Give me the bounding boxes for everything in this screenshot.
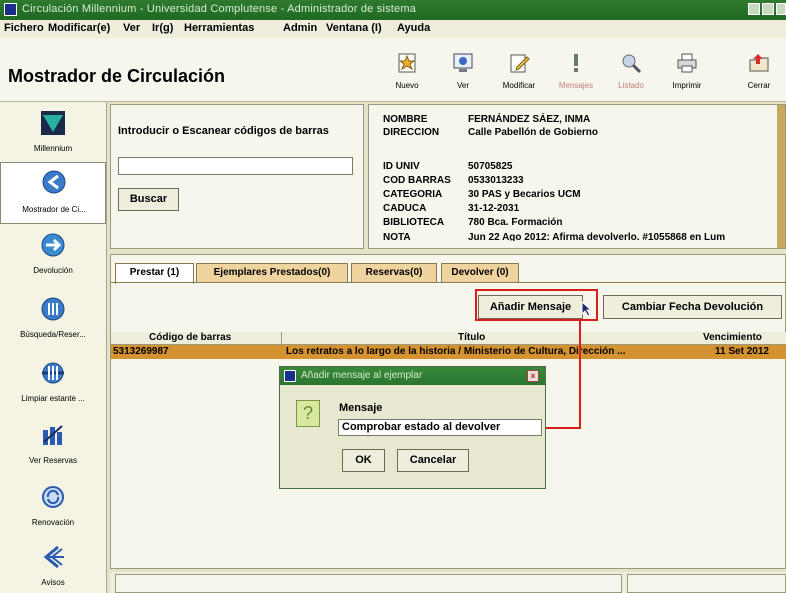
- sidebar-item-circulation-desk[interactable]: Mostrador de Ci...: [0, 162, 106, 224]
- cell-title: Los retratos a lo largo de la historia /…: [286, 346, 626, 357]
- menu-fichero[interactable]: Fichero: [4, 22, 44, 34]
- menu-admin[interactable]: Admin: [283, 22, 317, 34]
- millennium-logo-icon: [41, 111, 65, 135]
- patron-scrollbar[interactable]: [777, 105, 785, 248]
- toolbar-edit-button[interactable]: Modificar: [497, 52, 541, 90]
- toolbar-list-button[interactable]: Listado: [609, 52, 653, 90]
- cancel-button[interactable]: Cancelar: [397, 449, 469, 472]
- edit-icon: [510, 54, 530, 73]
- patron-info-panel: NOMBRE FERNÁNDEZ SÁEZ, INMA DIRECCION Call…: [368, 104, 786, 249]
- dialog-title-bar: Añadir mensaje al ejemplar ×: [280, 367, 545, 385]
- dialog-title: Añadir mensaje al ejemplar: [301, 370, 423, 381]
- header-title[interactable]: Título: [458, 332, 485, 343]
- column-divider: [281, 332, 282, 345]
- menu-bar: Fichero Modificar(e) Ver Ir(g) Herramien…: [0, 20, 786, 38]
- page-title: Mostrador de Circulación: [8, 66, 226, 86]
- new-icon: [398, 53, 416, 73]
- toolbar-view-button[interactable]: Ver: [441, 52, 485, 90]
- dialog-app-icon: [284, 370, 296, 382]
- barcode-input[interactable]: [118, 157, 353, 175]
- message-label: Mensaje: [339, 402, 383, 414]
- tab-loaned-items[interactable]: Ejemplares Prestados(0): [196, 263, 348, 282]
- minimize-button[interactable]: [748, 3, 760, 15]
- circulation-desk-icon: [42, 170, 66, 194]
- barcode-label: Introducir o Escanear códigos de barras: [118, 125, 329, 137]
- menu-ver[interactable]: Ver: [123, 22, 140, 34]
- cell-due-date: 11 Set 2012: [715, 346, 769, 357]
- sidebar-item-return[interactable]: Devolución: [0, 226, 106, 296]
- highlight-connector-vertical: [579, 321, 581, 429]
- menu-herramientas[interactable]: Herramientas: [184, 22, 254, 34]
- add-message-dialog: Añadir mensaje al ejemplar × ? Mensaje C…: [279, 366, 546, 489]
- clear-shelf-icon: [42, 362, 64, 384]
- patron-id-row: ID UNIV 50705825: [383, 161, 513, 172]
- message-input[interactable]: Comprobar estado al devolver: [338, 419, 542, 436]
- tab-reserves[interactable]: Reservas(0): [351, 263, 437, 282]
- header-barcode[interactable]: Código de barras: [149, 332, 231, 343]
- status-bar: [110, 572, 786, 593]
- barcode-scan-panel: Introducir o Escanear códigos de barras …: [110, 104, 364, 249]
- status-field-main: [115, 574, 622, 593]
- toolbar-close-button[interactable]: Cerrar: [737, 52, 781, 90]
- patron-category-row: CATEGORIA 30 PAS y Becarios UCM: [383, 189, 581, 200]
- patron-barcode-row: COD BARRAS 0533013233: [383, 175, 524, 186]
- sidebar-item-notices[interactable]: Avisos: [0, 538, 106, 593]
- printer-icon: [677, 53, 697, 73]
- patron-expiry-row: CADUCA 31-12-2031: [383, 203, 520, 214]
- add-message-highlight-box: [475, 289, 598, 321]
- notices-icon: [43, 545, 64, 569]
- close-window-button[interactable]: [776, 3, 786, 15]
- menu-ventana[interactable]: Ventana (I): [326, 22, 382, 34]
- status-field-secondary: [627, 574, 786, 593]
- menu-ayuda[interactable]: Ayuda: [397, 22, 430, 34]
- close-folder-icon: [749, 54, 769, 72]
- patron-name-row: NOMBRE FERNÁNDEZ SÁEZ, INMA: [383, 114, 591, 125]
- search-button[interactable]: Buscar: [118, 188, 179, 211]
- header-due-date[interactable]: Vencimiento: [703, 332, 762, 343]
- dialog-close-icon[interactable]: ×: [527, 370, 539, 382]
- window-title: Circulación Millennium - Universidad Com…: [22, 3, 417, 15]
- maximize-button[interactable]: [762, 3, 774, 15]
- window-title-bar: Circulación Millennium - Universidad Com…: [0, 0, 786, 20]
- tab-checkout[interactable]: Prestar (1): [115, 263, 194, 284]
- renew-icon: [42, 486, 64, 508]
- list-search-icon: [622, 54, 642, 74]
- view-reserves-icon: [43, 425, 63, 445]
- patron-address-row: DIRECCION Calle Pabellón de Gobierno: [383, 127, 599, 138]
- page-header: Mostrador de Circulación Nuevo Ver Modif…: [0, 38, 786, 102]
- toolbar-messages-button[interactable]: Mensajes: [554, 52, 598, 90]
- change-due-date-button[interactable]: Cambiar Fecha Devolución: [603, 295, 782, 319]
- ok-button[interactable]: OK: [342, 449, 385, 472]
- menu-ir[interactable]: Ir(g): [152, 22, 173, 34]
- app-icon: [4, 3, 17, 16]
- search-reserve-icon: [41, 297, 65, 321]
- messages-icon: [574, 54, 578, 72]
- mouse-cursor-icon: [581, 301, 593, 317]
- items-grid-header: Código de barras Título Vencimiento: [111, 332, 786, 345]
- sidebar-item-view-reserves[interactable]: Ver Reservas: [0, 416, 106, 486]
- toolbar-new-button[interactable]: Nuevo: [385, 52, 429, 90]
- table-row[interactable]: 5313269987 Los retratos a lo largo de la…: [111, 345, 786, 359]
- view-icon: [453, 53, 473, 72]
- toolbar-print-button[interactable]: Imprimir: [665, 52, 709, 90]
- menu-modificar[interactable]: Modificar(e): [48, 22, 110, 34]
- highlight-connector-horizontal: [544, 427, 581, 429]
- sidebar-item-clear-shelf[interactable]: Limpiar estante ...: [0, 354, 106, 424]
- sidebar: Millennium Mostrador de Ci... Devolución…: [0, 102, 107, 593]
- sidebar-item-search-reserve[interactable]: Búsqueda/Reser...: [0, 290, 106, 360]
- question-icon: ?: [296, 400, 320, 427]
- patron-library-row: BIBLIOTECA 780 Bca. Formación: [383, 217, 563, 228]
- patron-note-row: NOTA Jun 22 Ago 2012: Afirma devolverlo. …: [383, 232, 726, 241]
- tab-returns[interactable]: Devolver (0): [441, 263, 519, 282]
- cell-barcode: 5313269987: [113, 346, 169, 357]
- return-icon: [41, 233, 65, 257]
